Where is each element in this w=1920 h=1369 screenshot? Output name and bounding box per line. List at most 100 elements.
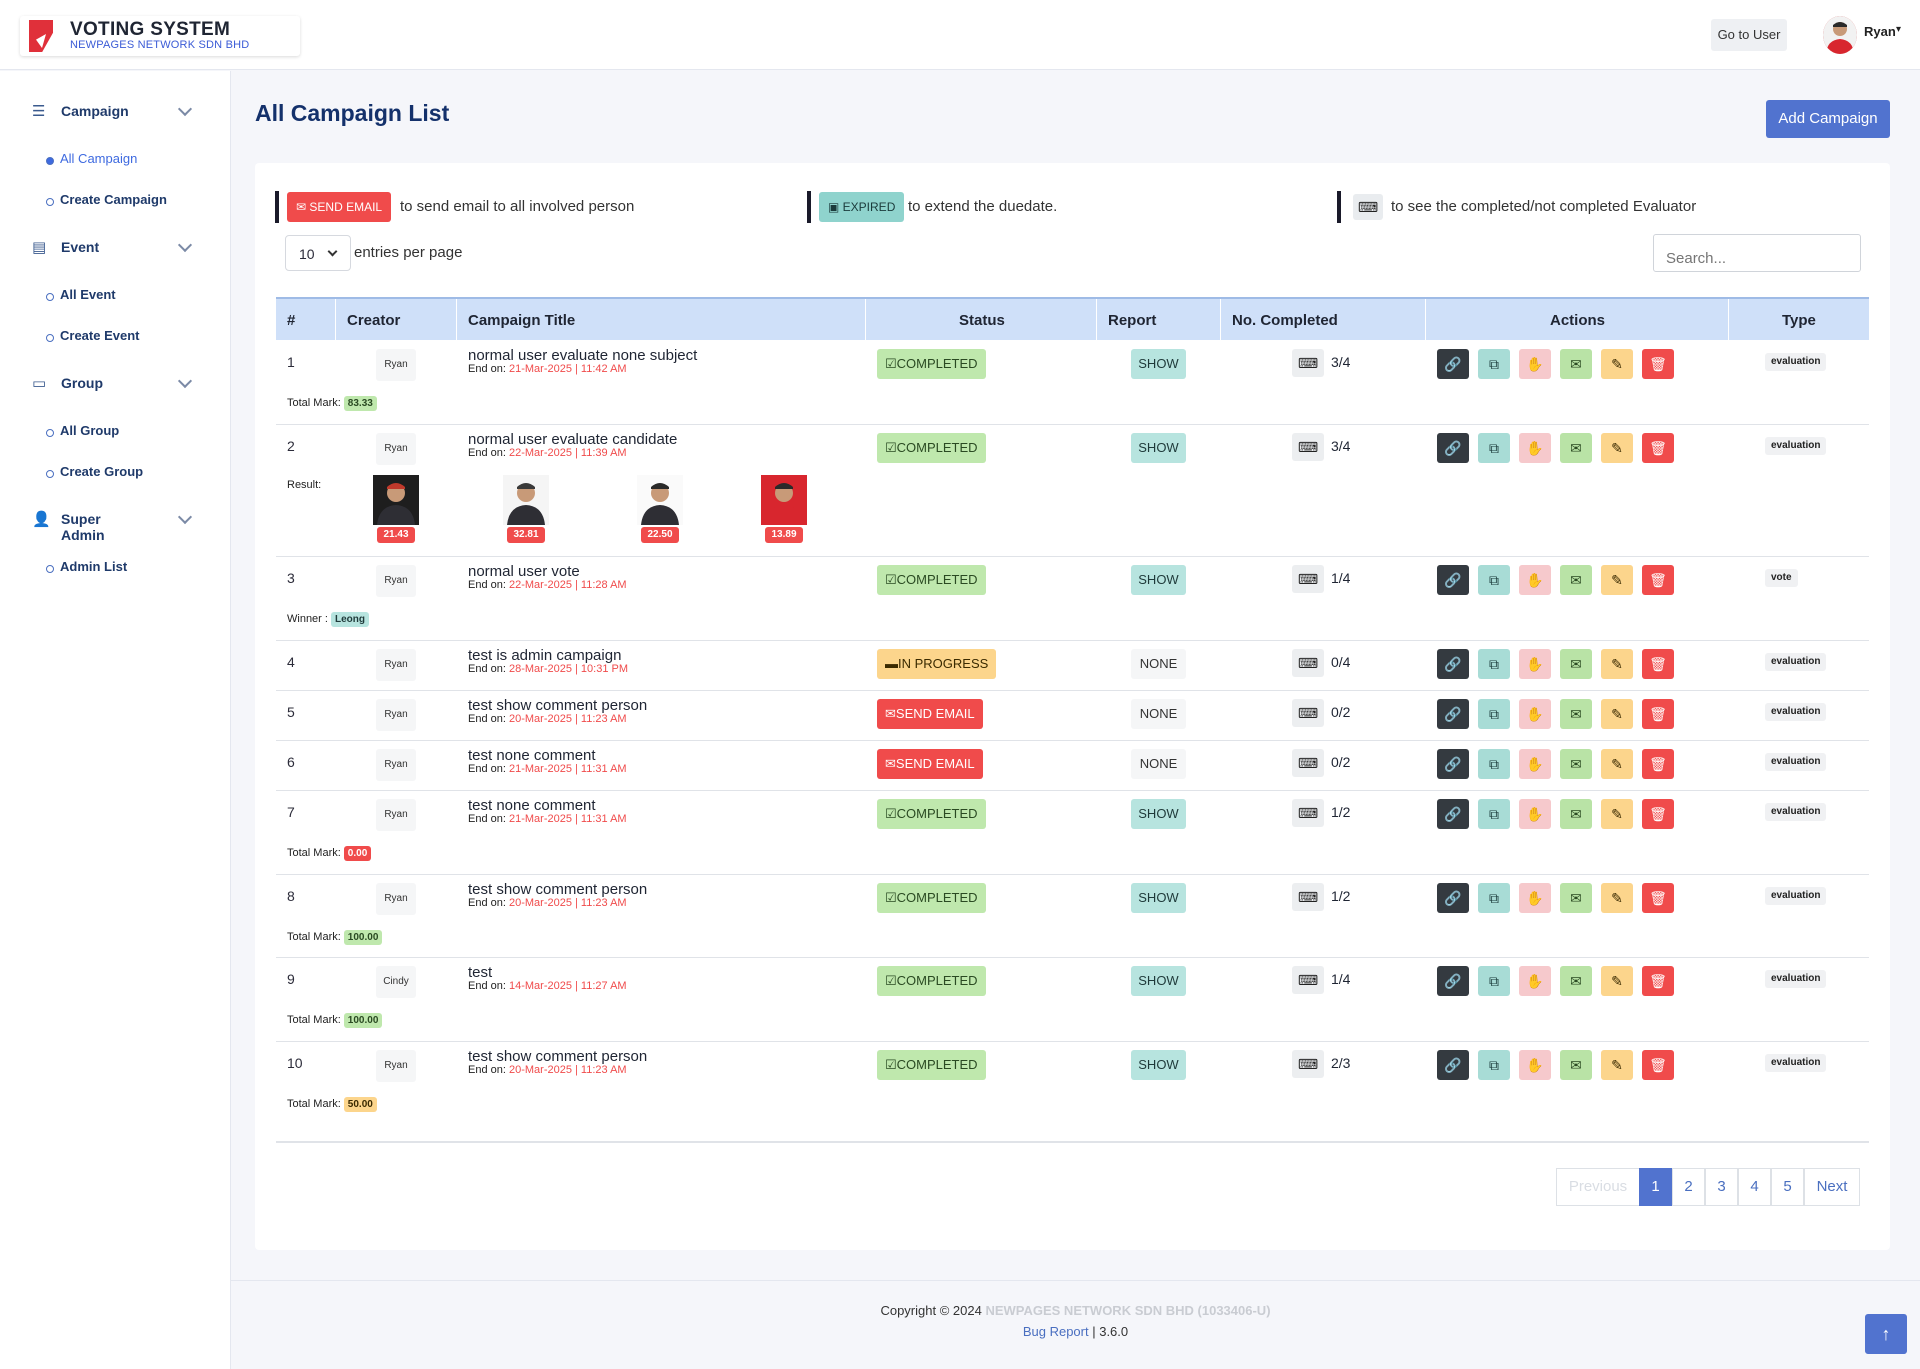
- edit-button[interactable]: ✎: [1601, 565, 1633, 595]
- copy-button[interactable]: ⧉: [1478, 749, 1510, 779]
- link-button[interactable]: 🔗: [1437, 966, 1469, 996]
- scroll-to-top-button[interactable]: ↑: [1865, 1314, 1907, 1354]
- vote-button[interactable]: ✋: [1519, 699, 1551, 729]
- email-button[interactable]: ✉: [1560, 565, 1592, 595]
- link-button[interactable]: 🔗: [1437, 799, 1469, 829]
- delete-button[interactable]: 🗑: [1642, 349, 1674, 379]
- sidebar-item-admin-list[interactable]: Admin List: [45, 559, 127, 574]
- evaluator-keyboard-button[interactable]: ⌨: [1292, 966, 1324, 994]
- delete-button[interactable]: 🗑: [1642, 565, 1674, 595]
- status-badge[interactable]: ☑COMPLETED: [877, 883, 986, 913]
- status-badge[interactable]: ☑COMPLETED: [877, 433, 986, 463]
- vote-button[interactable]: ✋: [1519, 883, 1551, 913]
- link-button[interactable]: 🔗: [1437, 883, 1469, 913]
- edit-button[interactable]: ✎: [1601, 799, 1633, 829]
- delete-button[interactable]: 🗑: [1642, 749, 1674, 779]
- report-button[interactable]: SHOW: [1131, 966, 1186, 996]
- sidebar-item-all-group[interactable]: All Group: [45, 423, 119, 438]
- link-button[interactable]: 🔗: [1437, 349, 1469, 379]
- vote-button[interactable]: ✋: [1519, 1050, 1551, 1080]
- edit-button[interactable]: ✎: [1601, 699, 1633, 729]
- delete-button[interactable]: 🗑: [1642, 649, 1674, 679]
- delete-button[interactable]: 🗑: [1642, 966, 1674, 996]
- email-button[interactable]: ✉: [1560, 699, 1592, 729]
- evaluator-keyboard-button[interactable]: ⌨: [1292, 799, 1324, 827]
- evaluator-keyboard-button[interactable]: ⌨: [1292, 349, 1324, 377]
- col-header-report[interactable]: Report: [1108, 312, 1156, 329]
- sidebar-item-create-campaign[interactable]: Create Campaign: [46, 192, 167, 207]
- edit-button[interactable]: ✎: [1601, 1050, 1633, 1080]
- sidebar-item-create-event[interactable]: Create Event: [45, 328, 139, 343]
- vote-button[interactable]: ✋: [1519, 649, 1551, 679]
- pagination-page-3[interactable]: 3: [1705, 1168, 1738, 1206]
- pagination-next[interactable]: Next: [1804, 1168, 1860, 1206]
- report-button[interactable]: SHOW: [1131, 433, 1186, 463]
- status-badge[interactable]: ☑COMPLETED: [877, 966, 986, 996]
- edit-button[interactable]: ✎: [1601, 883, 1633, 913]
- pagination-page-1[interactable]: 1: [1639, 1168, 1672, 1206]
- vote-button[interactable]: ✋: [1519, 966, 1551, 996]
- col-header-status[interactable]: Status: [959, 312, 1005, 329]
- edit-button[interactable]: ✎: [1601, 649, 1633, 679]
- pagination-previous[interactable]: Previous: [1556, 1168, 1640, 1206]
- email-button[interactable]: ✉: [1560, 433, 1592, 463]
- email-button[interactable]: ✉: [1560, 1050, 1592, 1080]
- vote-button[interactable]: ✋: [1519, 349, 1551, 379]
- report-button[interactable]: SHOW: [1131, 883, 1186, 913]
- sidebar-item-create-group[interactable]: Create Group: [45, 464, 143, 479]
- report-button[interactable]: SHOW: [1131, 565, 1186, 595]
- col-header-number[interactable]: #: [287, 312, 295, 329]
- copy-button[interactable]: ⧉: [1478, 799, 1510, 829]
- sidebar-item-all-campaign[interactable]: All Campaign: [45, 151, 137, 166]
- user-name[interactable]: Ryan: [1864, 24, 1896, 39]
- email-button[interactable]: ✉: [1560, 349, 1592, 379]
- link-button[interactable]: 🔗: [1437, 749, 1469, 779]
- status-badge[interactable]: ✉SEND EMAIL: [877, 749, 983, 779]
- pagination-page-5[interactable]: 5: [1771, 1168, 1804, 1206]
- delete-button[interactable]: 🗑: [1642, 799, 1674, 829]
- report-button[interactable]: SHOW: [1131, 349, 1186, 379]
- status-badge[interactable]: ☑COMPLETED: [877, 1050, 986, 1080]
- user-avatar[interactable]: [1823, 16, 1857, 54]
- col-header-creator[interactable]: Creator: [347, 312, 400, 329]
- copy-button[interactable]: ⧉: [1478, 966, 1510, 996]
- delete-button[interactable]: 🗑: [1642, 699, 1674, 729]
- report-button[interactable]: SHOW: [1131, 799, 1186, 829]
- edit-button[interactable]: ✎: [1601, 349, 1633, 379]
- entries-per-page-select[interactable]: 10: [285, 235, 351, 271]
- status-badge[interactable]: ☑COMPLETED: [877, 349, 986, 379]
- email-button[interactable]: ✉: [1560, 799, 1592, 829]
- report-button[interactable]: SHOW: [1131, 1050, 1186, 1080]
- pagination-page-4[interactable]: 4: [1738, 1168, 1771, 1206]
- evaluator-keyboard-button[interactable]: ⌨: [1292, 749, 1324, 777]
- link-button[interactable]: 🔗: [1437, 433, 1469, 463]
- vote-button[interactable]: ✋: [1519, 799, 1551, 829]
- status-badge[interactable]: ▬IN PROGRESS: [877, 649, 997, 679]
- email-button[interactable]: ✉: [1560, 966, 1592, 996]
- status-badge[interactable]: ☑COMPLETED: [877, 565, 986, 595]
- evaluator-keyboard-button[interactable]: ⌨: [1292, 649, 1324, 677]
- delete-button[interactable]: 🗑: [1642, 433, 1674, 463]
- col-header-completed[interactable]: No. Completed: [1232, 312, 1338, 329]
- copy-button[interactable]: ⧉: [1478, 565, 1510, 595]
- delete-button[interactable]: 🗑: [1642, 1050, 1674, 1080]
- link-button[interactable]: 🔗: [1437, 699, 1469, 729]
- status-badge[interactable]: ☑COMPLETED: [877, 799, 986, 829]
- status-badge[interactable]: ✉SEND EMAIL: [877, 699, 983, 729]
- evaluator-keyboard-button[interactable]: ⌨: [1292, 433, 1324, 461]
- copy-button[interactable]: ⧉: [1478, 1050, 1510, 1080]
- pagination-page-2[interactable]: 2: [1672, 1168, 1705, 1206]
- col-header-type[interactable]: Type: [1782, 312, 1816, 329]
- email-button[interactable]: ✉: [1560, 649, 1592, 679]
- edit-button[interactable]: ✎: [1601, 749, 1633, 779]
- add-campaign-button[interactable]: Add Campaign: [1766, 100, 1890, 138]
- email-button[interactable]: ✉: [1560, 883, 1592, 913]
- evaluator-keyboard-button[interactable]: ⌨: [1292, 565, 1324, 593]
- search-input[interactable]: [1653, 234, 1861, 272]
- vote-button[interactable]: ✋: [1519, 749, 1551, 779]
- vote-button[interactable]: ✋: [1519, 565, 1551, 595]
- edit-button[interactable]: ✎: [1601, 966, 1633, 996]
- copy-button[interactable]: ⧉: [1478, 349, 1510, 379]
- col-header-campaign-title[interactable]: Campaign Title: [468, 312, 575, 329]
- email-button[interactable]: ✉: [1560, 749, 1592, 779]
